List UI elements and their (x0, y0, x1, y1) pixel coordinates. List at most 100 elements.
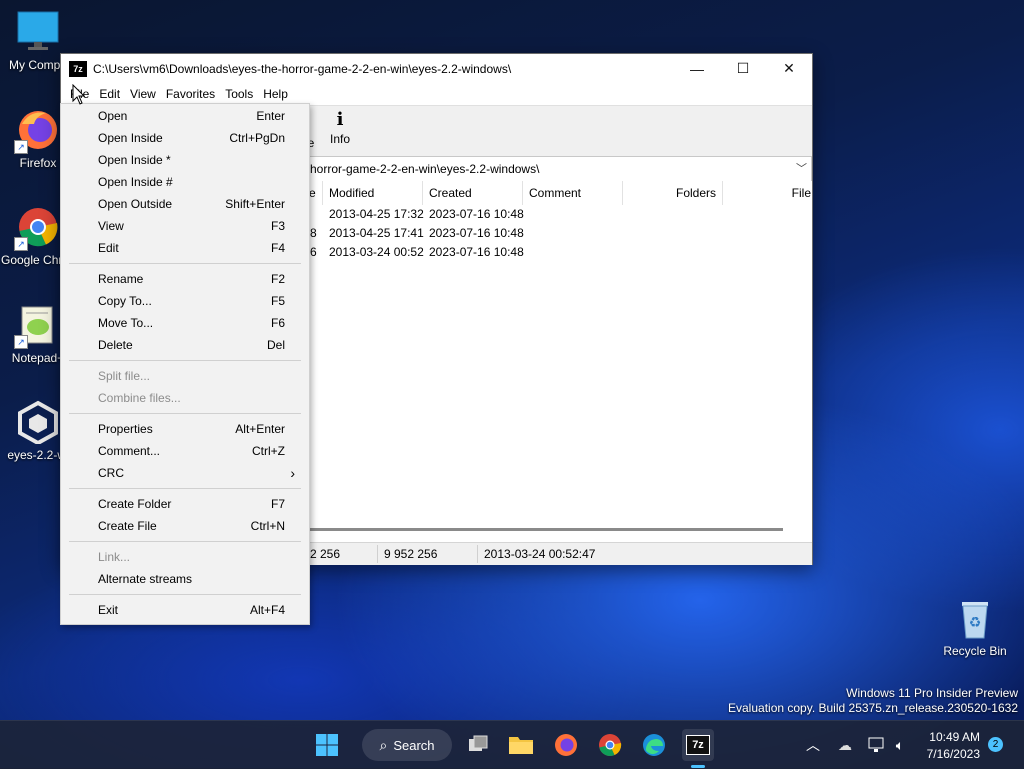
menu-item-shortcut: Enter (256, 109, 285, 123)
horizontal-scrollbar[interactable] (309, 528, 783, 531)
svg-text:♻: ♻ (969, 615, 982, 631)
menu-item-alternate-streams[interactable]: Alternate streams (61, 568, 309, 590)
menu-item-crc[interactable]: CRC › (61, 462, 309, 484)
menu-item-label: Exit (98, 603, 119, 617)
volume-icon[interactable]: 🔈︎ (884, 729, 916, 761)
menu-item-shortcut: Del (266, 338, 285, 352)
menu-tools[interactable]: Tools (220, 83, 258, 105)
title-bar[interactable]: 7z C:\Users\vm6\Downloads\eyes-the-horro… (61, 54, 812, 83)
menu-item-label: Copy To... (98, 294, 152, 308)
menu-item-label: CRC (98, 466, 124, 480)
menu-view[interactable]: View (125, 83, 161, 105)
taskbar-seven-zip-active[interactable]: 7z (682, 729, 714, 761)
menu-separator (69, 488, 301, 489)
menu-item-properties[interactable]: Properties Alt+Enter (61, 418, 309, 440)
file-menu-dropdown: Open Enter Open Inside Ctrl+PgDn Open Inside… (60, 103, 310, 625)
task-view-button[interactable] (462, 729, 494, 761)
cell-created: 2023-07-16 10:48 (429, 226, 524, 240)
menu-help[interactable]: Help (258, 83, 293, 105)
search-label: Search (393, 737, 435, 753)
menu-item-shortcut: Alt+F4 (249, 603, 285, 617)
menu-item-open[interactable]: Open Enter (61, 105, 309, 127)
firefox-icon (555, 734, 577, 756)
onedrive-icon[interactable]: ☁ (829, 729, 861, 761)
monitor-icon (16, 10, 60, 54)
windows-logo-icon (316, 734, 338, 756)
cell-created: 2023-07-16 10:48 (429, 207, 524, 221)
notification-badge[interactable]: 2 (988, 737, 1003, 752)
cell-created: 2023-07-16 10:48 (429, 245, 524, 259)
seven-zip-app-icon: 7z (686, 735, 710, 755)
clock-date[interactable]: 7/16/2023 (920, 747, 980, 761)
taskbar: ⌕ Search 7z ︿ ☁ 🔈︎ 10:49 AM 7/16/2023 2 (0, 720, 1024, 769)
column-header-folders[interactable]: Folders (623, 181, 723, 205)
taskbar-firefox[interactable] (550, 729, 582, 761)
menu-item-view[interactable]: View F3 (61, 215, 309, 237)
shortcut-arrow-icon: ↗ (14, 335, 28, 349)
cell-size-partial: 8 (310, 226, 317, 240)
windows-watermark: Windows 11 Pro Insider Preview Evaluatio… (728, 686, 1018, 716)
menu-item-label: View (98, 219, 124, 233)
status-total-size: 9 952 256 (384, 547, 438, 561)
column-header-files[interactable]: File (723, 181, 812, 205)
taskbar-edge[interactable] (638, 729, 670, 761)
menu-item-edit[interactable]: Edit F4 (61, 237, 309, 259)
menu-edit[interactable]: Edit (94, 83, 125, 105)
menu-item-rename[interactable]: Rename F2 (61, 268, 309, 290)
task-view-icon (469, 735, 488, 751)
cell-modified: 2013-04-25 17:32 (329, 207, 424, 221)
menu-favorites[interactable]: Favorites (161, 83, 220, 105)
taskbar-chrome[interactable] (594, 729, 626, 761)
menu-item-link: Link... (61, 546, 309, 568)
column-header-comment[interactable]: Comment (523, 181, 623, 205)
menu-item-open-inside[interactable]: Open Inside # (61, 171, 309, 193)
menu-bar: File Edit View Favorites Tools Help (61, 83, 812, 105)
desktop-icon-recycle-bin[interactable]: ♻ Recycle Bin (938, 596, 1012, 658)
taskbar-file-explorer[interactable] (505, 729, 537, 761)
menu-item-create-folder[interactable]: Create Folder F7 (61, 493, 309, 515)
menu-item-exit[interactable]: Exit Alt+F4 (61, 599, 309, 621)
start-button[interactable] (311, 729, 343, 761)
taskbar-search-button[interactable]: ⌕ Search (362, 729, 452, 761)
menu-item-open-inside[interactable]: Open Inside Ctrl+PgDn (61, 127, 309, 149)
window-title: C:\Users\vm6\Downloads\eyes-the-horror-g… (93, 61, 512, 76)
toolbar-info-button[interactable]: i Info (325, 110, 355, 147)
cell-modified: 2013-04-25 17:41 (329, 226, 424, 240)
menu-item-open-outside[interactable]: Open Outside Shift+Enter (61, 193, 309, 215)
menu-item-label: Open Inside * (98, 153, 171, 167)
tray-overflow-chevron-up-icon[interactable]: ︿ (797, 729, 829, 761)
menu-item-label: Open Outside (98, 197, 173, 211)
notepad-plus-icon: ↗ (14, 303, 60, 349)
menu-item-combine-files: Combine files... (61, 387, 309, 409)
menu-item-shortcut: Ctrl+PgDn (229, 131, 285, 145)
column-header-modified[interactable]: Modified (323, 181, 423, 205)
menu-separator (69, 541, 301, 542)
menu-item-create-file[interactable]: Create File Ctrl+N (61, 515, 309, 537)
cell-modified: 2013-03-24 00:52 (329, 245, 424, 259)
shortcut-arrow-icon: ↗ (14, 140, 28, 154)
menu-item-delete[interactable]: Delete Del (61, 334, 309, 356)
watermark-build: Evaluation copy. Build 25375.zn_release.… (728, 701, 1018, 715)
column-header-created[interactable]: Created (423, 181, 523, 205)
chrome-icon (599, 734, 622, 757)
maximize-button[interactable]: ☐ (720, 54, 766, 83)
close-button[interactable]: ✕ (766, 54, 812, 83)
menu-item-shortcut: F4 (270, 241, 285, 255)
menu-item-move-to[interactable]: Move To... F6 (61, 312, 309, 334)
menu-item-open-inside[interactable]: Open Inside * (61, 149, 309, 171)
menu-item-comment[interactable]: Comment... Ctrl+Z (61, 440, 309, 462)
menu-item-label: Move To... (98, 316, 154, 330)
search-icon: ⌕ (379, 736, 388, 753)
menu-item-shortcut: F6 (270, 316, 285, 330)
menu-item-label: Open (98, 109, 128, 123)
menu-item-copy-to[interactable]: Copy To... F5 (61, 290, 309, 312)
menu-item-label: Properties (98, 422, 153, 436)
menu-separator (69, 263, 301, 264)
clock-time[interactable]: 10:49 AM (920, 730, 980, 744)
recycle-bin-icon: ♻ (953, 596, 997, 640)
minimize-button[interactable]: — (674, 54, 720, 83)
status-modified-date: 2013-03-24 00:52:47 (484, 547, 596, 561)
edge-icon (643, 734, 665, 756)
toolbar-info-label: Info (329, 132, 350, 146)
chevron-down-icon[interactable]: ﹀ (796, 160, 807, 176)
